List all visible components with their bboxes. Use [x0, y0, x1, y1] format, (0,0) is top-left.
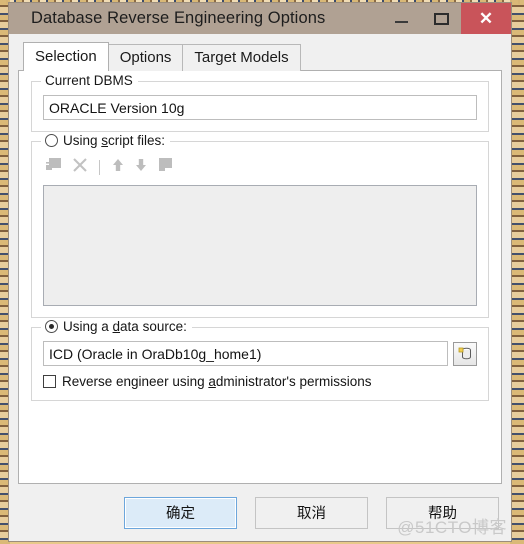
group-current-dbms: Current DBMS	[31, 73, 489, 132]
tab-page-selection: Current DBMS Using script files:	[18, 70, 502, 484]
close-icon: ✕	[478, 9, 494, 28]
radio-using-data-source-label: Using a data source:	[63, 319, 187, 334]
data-source-input[interactable]	[43, 341, 448, 366]
backdrop-right-strip	[510, 0, 524, 544]
cancel-button[interactable]: 取消	[255, 496, 368, 529]
tab-options[interactable]: Options	[107, 44, 184, 71]
minimize-button[interactable]	[381, 3, 421, 34]
maximize-icon	[433, 12, 449, 25]
script-files-toolbar	[45, 156, 477, 178]
remove-script-icon[interactable]	[72, 157, 88, 178]
tab-strip: Selection Options Target Models	[18, 42, 502, 71]
tab-target-models[interactable]: Target Models	[182, 44, 301, 71]
group-data-source-legend: Using a data source:	[41, 319, 192, 334]
radio-using-script-files[interactable]	[45, 134, 58, 147]
group-script-files-legend: Using script files:	[41, 133, 171, 148]
window-controls: ✕	[381, 3, 511, 34]
database-icon	[458, 347, 471, 360]
dialog-body: Selection Options Target Models Current …	[9, 34, 511, 484]
admin-permissions-row: Reverse engineer using administrator's p…	[43, 374, 477, 389]
group-current-dbms-legend: Current DBMS	[41, 73, 138, 88]
current-dbms-input[interactable]	[43, 95, 477, 120]
script-files-listbox[interactable]	[43, 185, 477, 306]
minimize-icon	[394, 20, 408, 23]
tab-selection[interactable]: Selection	[23, 42, 109, 71]
add-script-icon[interactable]	[45, 157, 63, 178]
ok-button[interactable]: 确定	[124, 496, 237, 529]
reverse-engineering-dialog: Database Reverse Engineering Options ✕ S…	[8, 2, 512, 542]
window-title: Database Reverse Engineering Options	[31, 9, 326, 27]
data-source-browse-button[interactable]	[453, 341, 477, 366]
move-up-icon[interactable]	[111, 157, 125, 178]
title-bar[interactable]: Database Reverse Engineering Options ✕	[9, 3, 511, 34]
checkbox-admin-permissions[interactable]	[43, 375, 56, 388]
dialog-footer: 确定 取消 帮助 @51CTO博客	[9, 484, 511, 541]
group-current-dbms-label: Current DBMS	[45, 73, 133, 88]
group-data-source: Using a data source: Reverse engineer	[31, 319, 489, 401]
edit-script-icon[interactable]	[157, 157, 175, 178]
radio-using-data-source[interactable]	[45, 320, 58, 333]
toolbar-separator	[99, 159, 100, 175]
data-source-row	[43, 341, 477, 366]
help-button[interactable]: 帮助	[386, 496, 499, 529]
maximize-button[interactable]	[421, 3, 461, 34]
group-script-files: Using script files:	[31, 133, 489, 318]
checkbox-admin-permissions-label: Reverse engineer using administrator's p…	[62, 374, 372, 389]
radio-using-script-files-label: Using script files:	[63, 133, 166, 148]
close-button[interactable]: ✕	[461, 3, 511, 34]
move-down-icon[interactable]	[134, 157, 148, 178]
